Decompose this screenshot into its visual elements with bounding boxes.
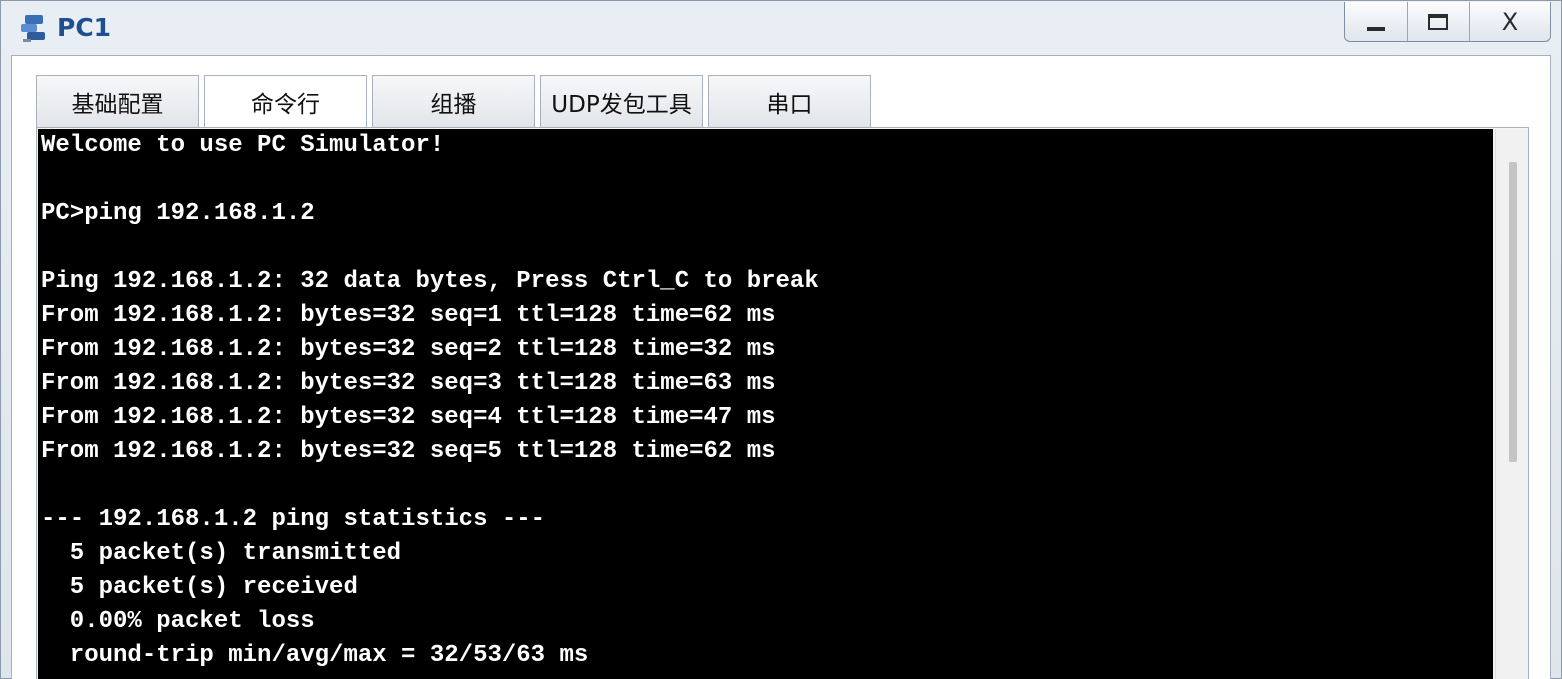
minimize-button[interactable] bbox=[1345, 2, 1408, 41]
console-line: --- 192.168.1.2 ping statistics --- bbox=[41, 506, 546, 533]
minimize-icon bbox=[1366, 26, 1385, 31]
console-line: From 192.168.1.2: bytes=32 seq=5 ttl=128… bbox=[41, 438, 776, 465]
tab-command-line[interactable]: 命令行 bbox=[204, 75, 367, 128]
console-line: Welcome to use PC Simulator! bbox=[41, 132, 445, 159]
console-line: From 192.168.1.2: bytes=32 seq=4 ttl=128… bbox=[41, 404, 776, 431]
tab-label: 命令行 bbox=[251, 92, 320, 118]
tab-label: 串口 bbox=[766, 92, 813, 118]
window-title: PC1 bbox=[57, 13, 112, 42]
close-button[interactable]: X bbox=[1470, 2, 1550, 41]
console-line: 0.00% packet loss bbox=[41, 608, 315, 635]
console-line: From 192.168.1.2: bytes=32 seq=2 ttl=128… bbox=[41, 336, 776, 363]
tab-udp-tool[interactable]: UDP发包工具 bbox=[540, 75, 703, 128]
maximize-icon bbox=[1428, 13, 1449, 30]
maximize-button[interactable] bbox=[1408, 2, 1471, 41]
console-line: 5 packet(s) transmitted bbox=[41, 540, 402, 567]
tab-label: UDP发包工具 bbox=[551, 92, 692, 118]
tab-basic-config[interactable]: 基础配置 bbox=[36, 75, 199, 128]
tab-serial[interactable]: 串口 bbox=[708, 75, 871, 128]
title-bar[interactable]: PC1 X bbox=[1, 1, 1561, 55]
client-area: 基础配置 命令行 组播 UDP发包工具 串口 Welcome to use PC… bbox=[11, 55, 1551, 679]
console-line: 5 packet(s) received bbox=[41, 574, 358, 601]
console-frame: Welcome to use PC Simulator! PC>ping 192… bbox=[36, 127, 1529, 679]
console-line: Ping 192.168.1.2: 32 data bytes, Press C… bbox=[41, 268, 819, 295]
console-line: round-trip min/avg/max = 32/53/63 ms bbox=[41, 642, 589, 669]
tab-bar: 基础配置 命令行 组播 UDP发包工具 串口 bbox=[36, 75, 876, 128]
close-icon: X bbox=[1501, 7, 1519, 36]
vertical-scrollbar[interactable] bbox=[1495, 129, 1528, 679]
console-output[interactable]: Welcome to use PC Simulator! PC>ping 192… bbox=[38, 129, 1493, 679]
scrollbar-thumb[interactable] bbox=[1509, 162, 1517, 462]
tab-label: 基础配置 bbox=[71, 92, 164, 118]
tab-multicast[interactable]: 组播 bbox=[372, 75, 535, 128]
pc-simulator-icon bbox=[21, 15, 45, 42]
window-controls: X bbox=[1344, 2, 1551, 42]
console-line: From 192.168.1.2: bytes=32 seq=1 ttl=128… bbox=[41, 302, 776, 329]
pc1-window: PC1 X 基础配置 命令行 组播 UDP发包工具 串口 Welcome to … bbox=[0, 0, 1562, 679]
console-line: PC>ping 192.168.1.2 bbox=[41, 200, 315, 227]
console-line: From 192.168.1.2: bytes=32 seq=3 ttl=128… bbox=[41, 370, 776, 397]
tab-label: 组播 bbox=[430, 92, 477, 118]
